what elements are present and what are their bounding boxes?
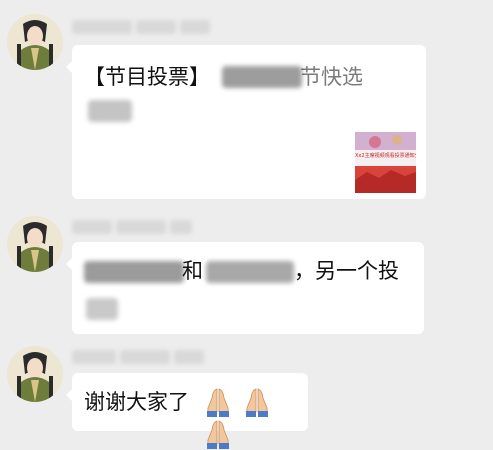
redacted-text (84, 261, 184, 283)
redacted-text (88, 100, 132, 122)
message-text: 谢谢大家了 (84, 390, 189, 414)
message-3: 谢谢大家了 (0, 340, 493, 449)
message-bubble[interactable]: 和 ，另一个投 (66, 242, 424, 334)
redacted-text (86, 298, 118, 320)
folded-hands-emoji-group (200, 386, 308, 450)
link-card-title: 【节目投票】 (84, 65, 210, 89)
link-card[interactable]: 【节目投票】 节快选 Xx2主席视频观看投票通知分享 (66, 45, 426, 199)
sender-name-redacted (72, 220, 192, 234)
folded-hands-emoji (207, 420, 229, 449)
message-bubble[interactable]: 谢谢大家了 (66, 373, 308, 449)
avatar[interactable] (7, 14, 63, 70)
message-text-middle: 和 (182, 259, 203, 283)
message-text-tail: ，另一个投 (294, 259, 399, 283)
link-card-title-tail: 节快选 (300, 65, 363, 89)
folded-hands-emoji (246, 388, 269, 417)
link-card-thumbnail: Xx2主席视频观看投票通知分享 (355, 132, 416, 193)
thumbnail-caption: Xx2主席视频观看投票通知分享 (355, 153, 416, 159)
redacted-text (206, 261, 294, 283)
avatar-image (7, 14, 63, 70)
sender-name-redacted (72, 20, 210, 34)
avatar[interactable] (7, 346, 63, 402)
folded-hands-emoji (207, 388, 229, 417)
message-2: 和 ，另一个投 (0, 210, 493, 340)
redacted-text (222, 66, 302, 88)
avatar-image (7, 346, 63, 402)
sender-name-redacted (72, 350, 204, 364)
avatar-image (7, 216, 63, 272)
avatar[interactable] (7, 216, 63, 272)
message-1: 【节目投票】 节快选 Xx2主席视频观看投票通知分享 (0, 0, 493, 210)
